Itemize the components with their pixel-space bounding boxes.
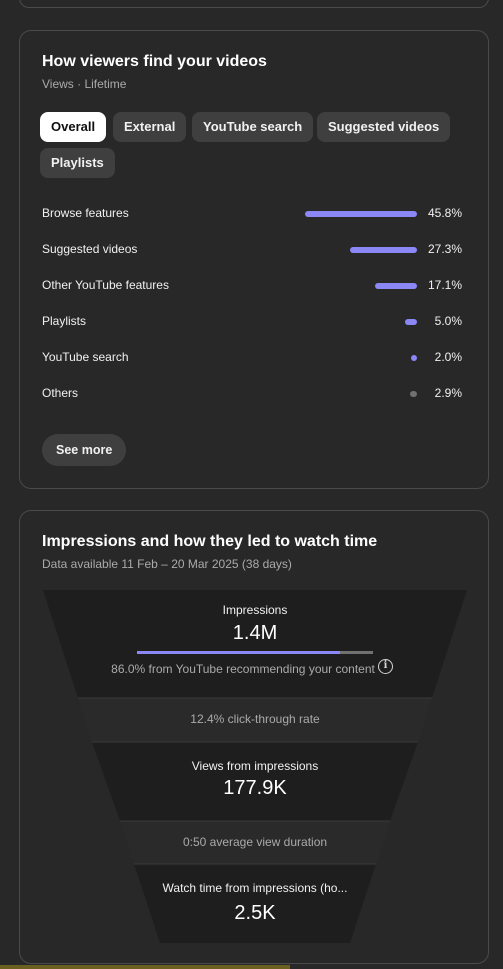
traffic-sources-subtitle: Views · Lifetime: [42, 77, 127, 91]
watch-time-value: 2.5K: [234, 902, 276, 924]
see-more-button[interactable]: See more: [42, 434, 127, 466]
source-label: Browse features: [42, 206, 129, 220]
source-percent: 17.1%: [427, 278, 462, 292]
info-icon[interactable]: i: [378, 659, 393, 674]
source-row-browse-features: Browse features 45.8%: [42, 204, 462, 224]
impressions-title: Impressions and how they led to watch ti…: [42, 533, 378, 550]
source-row-other-youtube-features: Other YouTube features 17.1%: [42, 276, 462, 296]
source-label: Others: [42, 386, 79, 400]
tab-playlists[interactable]: Playlists: [40, 148, 115, 178]
impressions-funnel: Impressions 1.4M 86.0% from YouTube reco…: [43, 590, 467, 943]
watch-time-label: Watch time from impressions (ho...: [162, 881, 348, 895]
source-row-playlists: Playlists 5.0%: [42, 312, 462, 332]
source-bar: [405, 319, 417, 325]
impressions-label: Impressions: [222, 603, 288, 617]
source-label: Playlists: [42, 314, 87, 328]
views-label: Views from impressions: [191, 759, 319, 773]
source-bar: [411, 355, 417, 361]
tab-overall[interactable]: Overall: [40, 112, 107, 142]
tab-suggested-videos[interactable]: Suggested videos: [317, 112, 451, 142]
tab-youtube-search[interactable]: YouTube search: [192, 112, 314, 142]
ctr-text: 12.4% click-through rate: [190, 712, 320, 726]
traffic-sources-card: How viewers find your videos Views · Lif…: [19, 30, 489, 489]
recommended-share-fill: [137, 651, 340, 654]
source-bar: [305, 211, 417, 217]
impressions-funnel-card: Impressions and how they led to watch ti…: [19, 510, 489, 964]
source-bar: [375, 283, 417, 289]
impressions-subtitle: Data available 11 Feb – 20 Mar 2025 (38 …: [42, 557, 292, 571]
source-row-suggested-videos: Suggested videos 27.3%: [42, 240, 462, 260]
source-row-others: Others 2.9%: [42, 384, 462, 404]
source-row-youtube-search: YouTube search 2.0%: [42, 348, 462, 368]
tab-external[interactable]: External: [113, 112, 187, 142]
views-value: 177.9K: [223, 777, 287, 799]
traffic-sources-title: How viewers find your videos: [42, 53, 267, 70]
source-percent: 2.9%: [434, 386, 462, 400]
source-percent: 45.8%: [427, 206, 462, 220]
source-percent: 27.3%: [427, 242, 462, 256]
source-label: YouTube search: [42, 350, 129, 364]
source-label: Suggested videos: [42, 242, 138, 256]
bottom-scroll-indicator: [0, 965, 290, 969]
source-bar: [350, 247, 417, 253]
source-label: Other YouTube features: [42, 278, 169, 292]
impressions-value: 1.4M: [232, 622, 278, 644]
source-percent: 5.0%: [434, 314, 462, 328]
recommended-share-bar: [137, 651, 373, 654]
avg-duration-text: 0:50 average view duration: [182, 835, 328, 849]
previous-card: [19, 0, 489, 8]
source-percent: 2.0%: [434, 350, 462, 364]
source-bar: [410, 391, 417, 397]
